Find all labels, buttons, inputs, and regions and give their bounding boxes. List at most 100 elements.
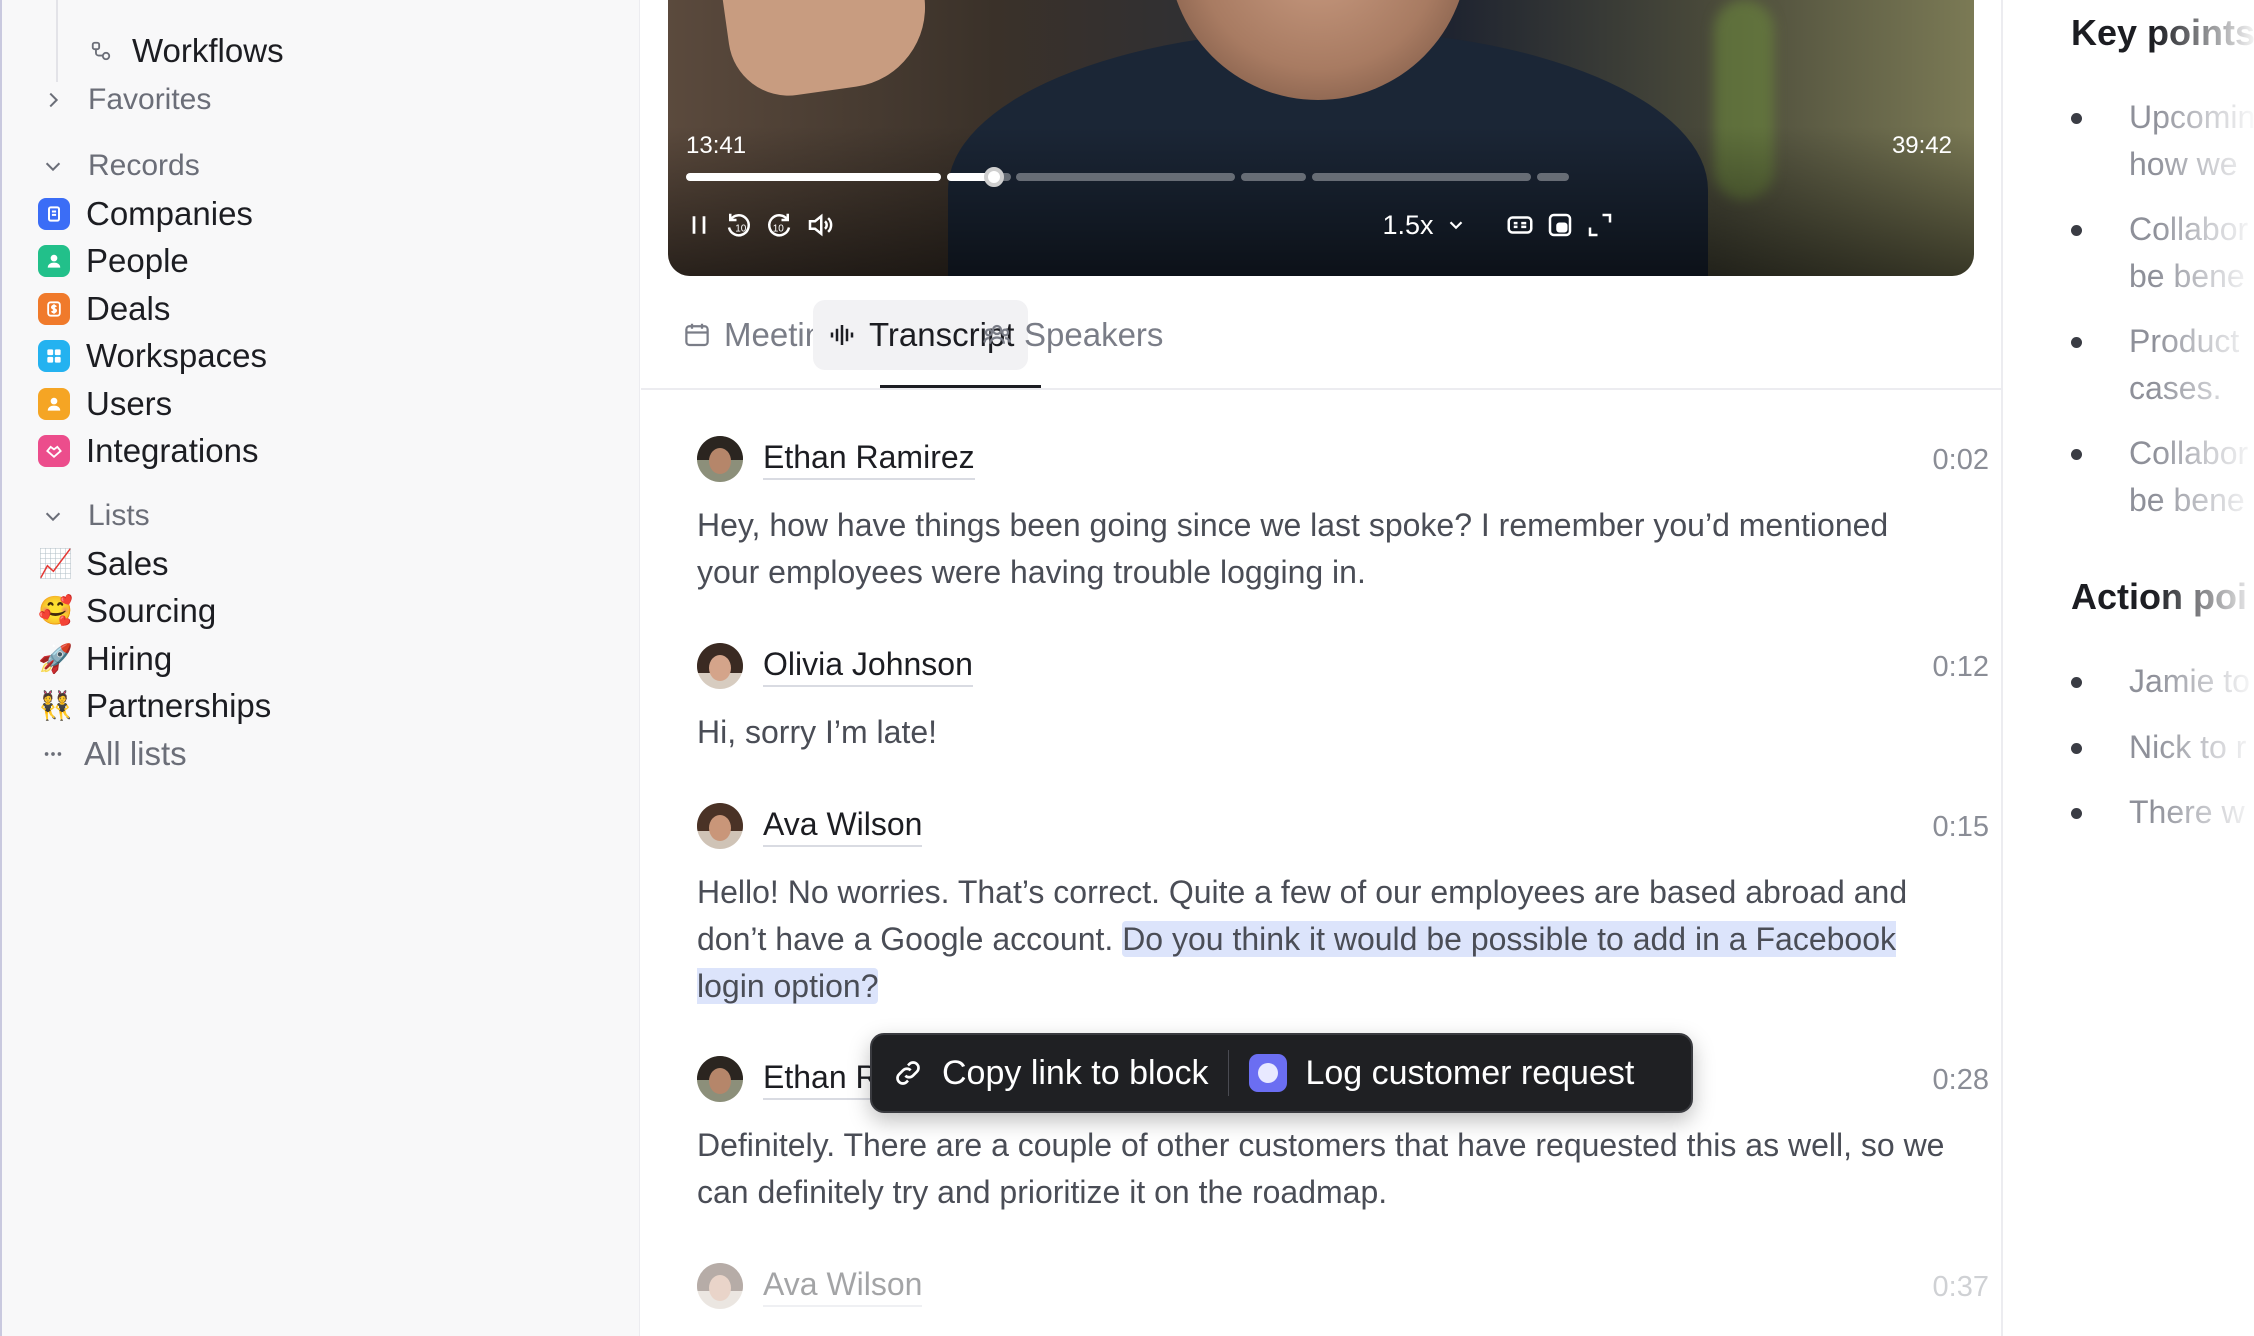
section-label: Favorites	[88, 83, 212, 116]
chevron-down-icon	[1449, 221, 1463, 230]
video-controls-shade	[668, 126, 1974, 276]
app-logo-icon	[1249, 1054, 1288, 1092]
rewind-10-icon: 10	[727, 213, 750, 237]
transcript-entry[interactable]: Olivia Johnson 0:12 Hi, sorry I’m late!	[697, 643, 1997, 753]
avatar[interactable]	[697, 1056, 743, 1102]
chapter-segment[interactable]	[1016, 173, 1235, 181]
bullet	[2071, 225, 2082, 236]
copy-link-button[interactable]: Copy link to block	[872, 1033, 1228, 1113]
svg-text:10: 10	[773, 223, 785, 234]
video-subject-hand	[720, 0, 936, 104]
volume-button[interactable]	[800, 208, 840, 242]
panel-edge-fade	[2154, 0, 2254, 1336]
avatar[interactable]	[697, 436, 743, 482]
video-progress-bar[interactable]	[686, 167, 1956, 187]
selection-toolbar: Copy link to block Log customer request	[870, 1033, 1693, 1113]
bullet	[2071, 337, 2082, 348]
ellipsis-icon	[38, 739, 68, 769]
progress-scrubber-handle[interactable]	[984, 167, 1004, 187]
captions-icon	[1507, 216, 1533, 234]
sidebar-item-integrations[interactable]: Integrations	[38, 427, 258, 475]
sidebar-item-label: All lists	[84, 735, 187, 772]
bullet	[2071, 449, 2082, 460]
section-label: Records	[88, 149, 200, 182]
chevron-down-icon	[38, 501, 68, 531]
playback-speed-value: 1.5x	[1382, 209, 1434, 240]
timestamp[interactable]: 0:28	[1933, 1064, 1989, 1097]
speaker-name[interactable]: Ethan R	[763, 1058, 879, 1100]
tab-speakers[interactable]: Speakers	[968, 300, 1177, 370]
speaker-name[interactable]: Ava Wilson	[763, 1265, 923, 1307]
captions-button[interactable]	[1500, 208, 1540, 242]
sidebar-item-label: Deals	[86, 290, 171, 327]
log-customer-request-button[interactable]: Log customer request	[1229, 1033, 1654, 1113]
speaker-name[interactable]: Ethan Ramirez	[763, 438, 975, 480]
fullscreen-button[interactable]	[1580, 208, 1620, 242]
building-icon	[38, 198, 70, 230]
chapter-segment[interactable]	[686, 173, 941, 181]
sidebar-item-all-lists[interactable]: All lists	[38, 730, 187, 778]
current-time: 13:41	[686, 132, 747, 159]
chapter-segment[interactable]	[1312, 173, 1531, 181]
transcript-text: Definitely. There are a couple of other …	[697, 1127, 1945, 1210]
forward-10-button[interactable]: 10	[760, 208, 798, 242]
speaker-name[interactable]: Olivia Johnson	[763, 645, 973, 687]
tabs-divider	[641, 388, 2001, 390]
pause-button[interactable]	[682, 208, 716, 242]
speed-chevron-button[interactable]	[1443, 208, 1469, 242]
records-section-toggle[interactable]: Records	[38, 142, 200, 190]
sidebar-item-label: Integrations	[86, 432, 259, 469]
favorites-section-toggle[interactable]: Favorites	[38, 76, 211, 124]
sidebar-item-users[interactable]: Users	[38, 380, 172, 428]
timestamp[interactable]: 0:37	[1933, 1271, 1989, 1304]
playback-speed-select[interactable]: 1.5x	[1368, 208, 1448, 242]
picture-in-picture-button[interactable]	[1540, 208, 1580, 242]
people-emoji-icon: 👯	[38, 689, 73, 722]
transcript-text: Hi, sorry I’m late!	[697, 714, 938, 750]
smiling-hearts-emoji-icon: 🥰	[38, 594, 73, 627]
sidebar-item-sales[interactable]: 📈 Sales	[38, 540, 169, 588]
transcript-entry[interactable]: Ava Wilson 0:37	[697, 1263, 1997, 1323]
transcript-entry[interactable]: Ava Wilson 0:15 Hello! No worries. That’…	[697, 803, 1997, 1013]
chapter-segment[interactable]	[1241, 173, 1306, 181]
timestamp[interactable]: 0:02	[1933, 444, 1989, 477]
chapter-segment[interactable]	[1537, 173, 1569, 181]
sidebar-item-hiring[interactable]: 🚀 Hiring	[38, 635, 172, 683]
avatar-face	[709, 1068, 731, 1094]
entry-header: Olivia Johnson	[697, 643, 973, 689]
lists-section-toggle[interactable]: Lists	[38, 492, 150, 540]
sidebar-item-label: People	[86, 242, 189, 279]
forward-10-icon: 10	[768, 213, 791, 237]
rewind-10-button[interactable]: 10	[720, 208, 758, 242]
avatar[interactable]	[697, 643, 743, 689]
sidebar-item-workspaces[interactable]: Workspaces	[38, 332, 267, 380]
sidebar-item-sourcing[interactable]: 🥰 Sourcing	[38, 587, 216, 635]
dollar-icon	[38, 293, 70, 325]
sidebar-item-label: Sales	[86, 545, 169, 582]
entry-header: Ava Wilson	[697, 803, 923, 849]
users-icon	[983, 324, 1011, 344]
sidebar-item-label: Hiring	[86, 640, 173, 677]
sidebar-item-label: Workflows	[132, 32, 284, 69]
user-icon	[38, 388, 70, 420]
video-player[interactable]: 13:41 39:42 10 10 1.5x	[668, 0, 1974, 276]
speaker-name[interactable]: Ava Wilson	[763, 805, 923, 847]
entry-header: Ethan Ramirez	[697, 436, 975, 482]
tab-label: Speakers	[1024, 316, 1164, 353]
sidebar-item-partnerships[interactable]: 👯 Partnerships	[38, 682, 271, 730]
avatar-face	[709, 655, 731, 681]
avatar-face	[709, 1275, 731, 1301]
sidebar-item-companies[interactable]: Companies	[38, 190, 253, 238]
avatar[interactable]	[697, 803, 743, 849]
timestamp[interactable]: 0:12	[1933, 651, 1989, 684]
avatar[interactable]	[697, 1263, 743, 1309]
volume-icon	[808, 213, 833, 237]
bullet	[2071, 808, 2082, 819]
sidebar-item-deals[interactable]: Deals	[38, 285, 170, 333]
timestamp[interactable]: 0:15	[1933, 811, 1989, 844]
bullet	[2071, 677, 2082, 688]
sidebar-item-workflows[interactable]: Workflows	[86, 27, 284, 75]
sidebar-item-people[interactable]: People	[38, 237, 189, 285]
transcript-entry[interactable]: Ethan Ramirez 0:02 Hey, how have things …	[697, 436, 1997, 596]
sidebar-item-label: Workspaces	[86, 337, 267, 374]
